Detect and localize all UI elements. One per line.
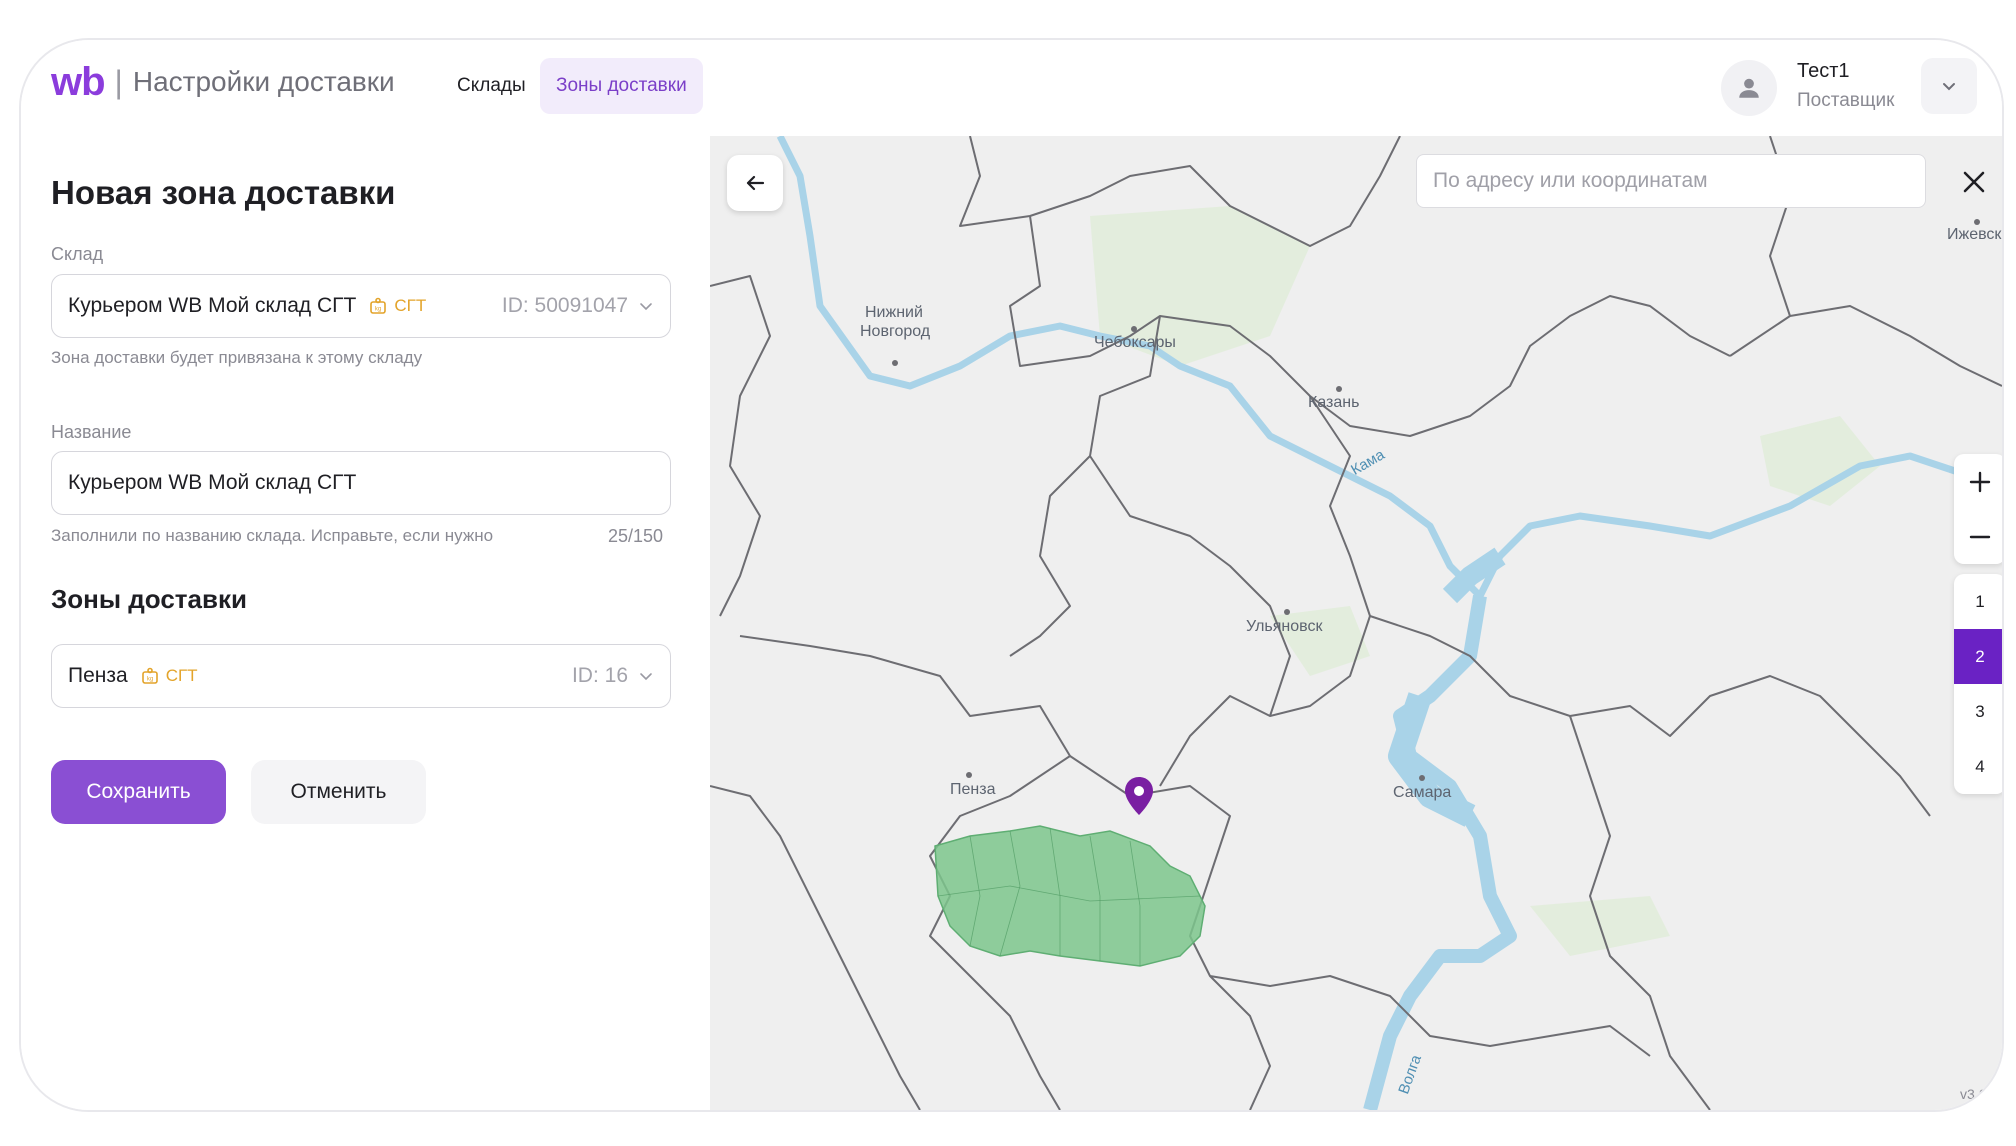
page-title: Новая зона доставки (51, 174, 396, 211)
map-back-button[interactable] (727, 155, 783, 211)
chevron-down-icon (1943, 83, 1955, 91)
user-menu-button[interactable] (1921, 58, 1977, 114)
city-label-izhevsk: Ижевск (1947, 226, 2002, 243)
zoom-controls (1954, 454, 2002, 564)
warehouse-label: Склад (51, 244, 104, 264)
app-title: Настройки доставки (132, 66, 395, 97)
zoom-in-button[interactable] (1954, 454, 2002, 509)
weight-icon: kg (370, 297, 387, 314)
logo[interactable]: wb | Настройки доставки (51, 62, 395, 102)
svg-text:kg: kg (147, 677, 153, 683)
city-label-penza: Пенза (950, 781, 996, 798)
user-avatar[interactable] (1721, 60, 1777, 116)
top-header: wb | Настройки доставки Склады Зоны дост… (21, 40, 2002, 136)
cancel-button[interactable]: Отменить (251, 760, 426, 824)
warehouse-id: ID: 50091047 (501, 294, 628, 317)
map-search-input[interactable] (1416, 154, 1926, 208)
sgt-badge: kg СГТ (368, 296, 426, 316)
city-label-samara: Самара (1393, 784, 1452, 801)
level-2-button[interactable]: 2 (1954, 629, 2002, 684)
city-label-cheboksary: Чебоксары (1094, 334, 1176, 351)
logo-mark: wb (51, 60, 106, 104)
level-4-button[interactable]: 4 (1954, 739, 2002, 794)
zone-level-switcher: 1 2 3 4 (1954, 574, 2002, 794)
map-version: v3.6 (1960, 1086, 1987, 1102)
user-role: Поставщик (1797, 90, 1895, 111)
arrow-left-icon (746, 175, 765, 191)
close-icon (1963, 171, 1985, 193)
sgt-badge: kg СГТ (140, 666, 198, 686)
city-label-kazan: Казань (1308, 394, 1360, 411)
weight-icon: kg (141, 667, 158, 684)
map-background (710, 136, 2002, 1110)
warehouse-value: Курьером WB Мой склад СГТ (68, 294, 357, 317)
city-label-nizhny: Нижний (865, 304, 923, 321)
sgt-badge-label: СГТ (394, 296, 427, 315)
plus-icon (1969, 471, 1991, 492)
name-hint: Заполнили по названию склада. Исправьте,… (51, 526, 494, 545)
sgt-badge-label: СГТ (165, 666, 198, 685)
warehouse-select[interactable]: Курьером WB Мой склад СГТ kg СГТ ID: 500… (51, 274, 671, 338)
zoom-out-button[interactable] (1954, 509, 2002, 564)
nav-warehouses[interactable]: Склады (441, 58, 542, 114)
name-field-wrap (51, 451, 671, 515)
minus-icon (1969, 535, 1991, 538)
zones-title: Зоны доставки (51, 584, 247, 614)
chevron-down-icon (640, 673, 652, 681)
chevron-down-icon (640, 303, 652, 311)
city-label-novgorod: Новгород (860, 323, 931, 340)
zone-value: Пенза (68, 664, 128, 687)
zone-id-wrap: ID: 16 (572, 664, 654, 688)
name-input[interactable] (52, 452, 670, 514)
warehouse-hint: Зона доставки будет привязана к этому ск… (51, 348, 423, 367)
map-close-button[interactable] (1948, 156, 2000, 208)
zone-id: ID: 16 (571, 664, 628, 687)
logo-separator: | (114, 64, 123, 100)
app-window: wb | Настройки доставки Склады Зоны дост… (19, 38, 2004, 1112)
zones-select[interactable]: Пенза kg СГТ ID: 16 (51, 644, 671, 708)
name-counter: 25/150 (608, 526, 664, 546)
user-name: Тест1 (1797, 60, 1850, 82)
save-button[interactable]: Сохранить (51, 760, 226, 824)
warehouse-id-wrap: ID: 50091047 (502, 294, 654, 318)
nav-delivery-zones[interactable]: Зоны доставки (540, 58, 703, 114)
name-label: Название (51, 422, 132, 442)
map-view[interactable]: Нижний Новгород Чебоксары Казань Ижевск … (710, 136, 2002, 1110)
city-label-ulyanovsk: Ульяновск (1246, 618, 1323, 635)
level-3-button[interactable]: 3 (1954, 684, 2002, 739)
zone-form-panel: Новая зона доставки Склад Курьером WB Мо… (21, 136, 710, 1110)
svg-text:kg: kg (375, 307, 381, 313)
user-icon (1739, 78, 1759, 98)
location-pin-icon[interactable] (1124, 776, 1154, 816)
level-1-button[interactable]: 1 (1954, 574, 2002, 629)
